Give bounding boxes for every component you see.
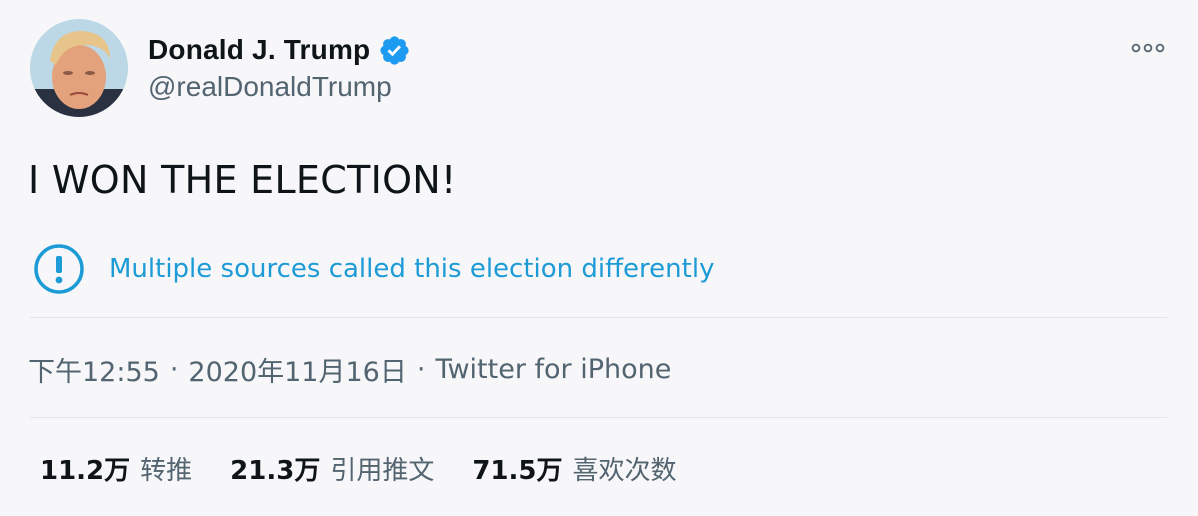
election-notice-link[interactable]: Multiple sources called this election di… [33,243,714,295]
divider [30,417,1167,418]
retweets-label: 转推 [140,456,193,486]
likes-count: 71.5万 [472,456,563,486]
tweet-source-link[interactable]: Twitter for iPhone [435,354,671,385]
retweets-count: 11.2万 [40,456,131,486]
profile-photo-icon [30,19,128,117]
tweet-stats: 11.2万 转推 21.3万 引用推文 71.5万 喜欢次数 [40,450,677,487]
tweet-meta: 下午12:55 · 2020年11月16日 · Twitter for iPho… [28,350,671,389]
quote-tweets-count: 21.3万 [230,456,321,486]
verified-badge-icon [378,34,411,67]
likes-label: 喜欢次数 [572,456,677,486]
meta-separator: · [416,354,426,385]
tweet-text: I WON THE ELECTION! [28,158,457,202]
author-handle[interactable]: @realDonaldTrump [148,71,392,103]
likes-stat[interactable]: 71.5万 喜欢次数 [472,450,676,487]
tweet-date[interactable]: 2020年11月16日 [188,350,406,389]
author-name-row[interactable]: Donald J. Trump [148,31,411,69]
quote-tweets-stat[interactable]: 21.3万 引用推文 [230,450,434,487]
notice-text: Multiple sources called this election di… [109,254,715,284]
more-options-button[interactable] [1128,38,1168,58]
divider [30,317,1167,318]
avatar[interactable] [30,19,128,117]
quote-tweets-label: 引用推文 [330,456,435,486]
tweet-time[interactable]: 下午12:55 [28,350,160,389]
meta-separator: · [169,354,179,385]
author-display-name[interactable]: Donald J. Trump [148,34,370,66]
ellipsis-icon [1131,43,1165,53]
retweets-stat[interactable]: 11.2万 转推 [40,450,192,487]
exclamation-circle-icon [33,243,85,295]
